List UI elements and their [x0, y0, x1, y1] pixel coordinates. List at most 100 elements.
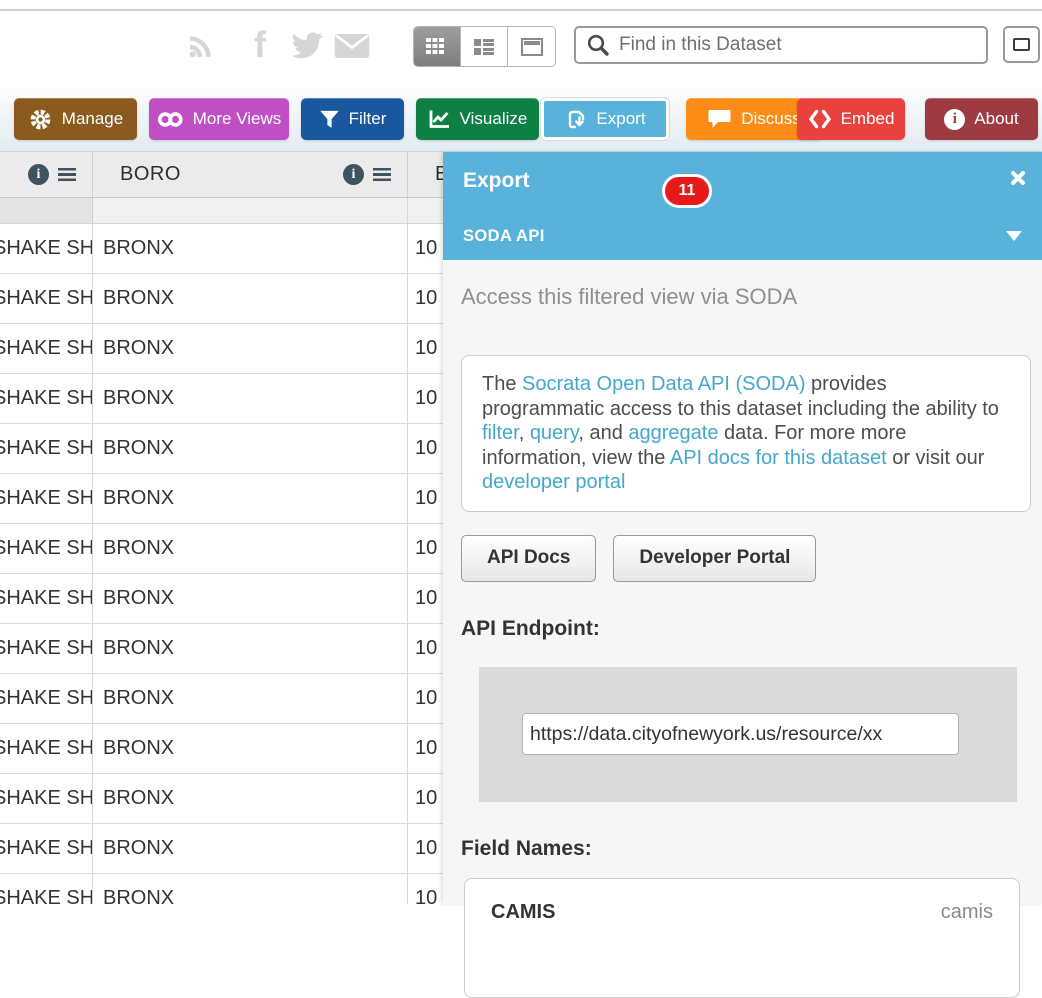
field-names-box: CAMIS camis: [464, 878, 1020, 998]
cell-boro: BRONX: [93, 674, 408, 723]
panel-title: Export: [463, 169, 1022, 193]
column-header-dba[interactable]: i: [0, 152, 93, 197]
fullscreen-button[interactable]: [1003, 26, 1040, 63]
api-endpoint-label: API Endpoint:: [461, 617, 1030, 641]
inline-link[interactable]: filter: [482, 422, 519, 444]
table-row[interactable]: SHAKE SHBRONX10: [0, 424, 470, 474]
about-label: About: [974, 109, 1018, 129]
api-button-row: API Docs Developer Portal: [461, 535, 1030, 582]
paragraph-text: ,: [519, 422, 530, 444]
facebook-icon[interactable]: f: [254, 24, 266, 66]
line-chart-icon: [428, 109, 451, 130]
inline-link[interactable]: developer portal: [482, 471, 625, 493]
soda-paragraph: The Socrata Open Data API (SODA) provide…: [461, 355, 1031, 512]
table-row[interactable]: SHAKE SHBRONX10: [0, 524, 470, 574]
cell-boro: BRONX: [93, 524, 408, 573]
twitter-icon[interactable]: [290, 32, 324, 60]
paragraph-text: The: [482, 373, 522, 395]
visualize-button[interactable]: Visualize: [416, 98, 539, 140]
cell-dba: SHAKE SH: [0, 274, 93, 323]
view-toggle-group: [413, 26, 556, 67]
close-icon[interactable]: [1008, 169, 1026, 187]
cell-dba: SHAKE SH: [0, 324, 93, 373]
column-header-boro[interactable]: BORO i: [93, 152, 408, 197]
more-views-icon: [157, 111, 184, 128]
api-docs-button[interactable]: API Docs: [461, 535, 596, 582]
table-row[interactable]: SHAKE SHBRONX10: [0, 374, 470, 424]
page-view-button[interactable]: [508, 27, 555, 66]
table-row[interactable]: SHAKE SHBRONX10: [0, 574, 470, 624]
rss-icon[interactable]: [183, 30, 217, 64]
cell-dba: SHAKE SH: [0, 774, 93, 823]
discuss-label: Discuss: [741, 109, 801, 129]
cell-dba: SHAKE SH: [0, 424, 93, 473]
visualize-label: Visualize: [460, 109, 528, 129]
table-row[interactable]: SHAKE SHBRONX10: [0, 674, 470, 724]
cell-dba: SHAKE SH: [0, 374, 93, 423]
cell-dba: SHAKE SH: [0, 674, 93, 723]
search-icon: [586, 33, 610, 57]
manage-button[interactable]: Manage: [14, 98, 137, 140]
info-icon: i: [944, 109, 965, 130]
column-title: BORO: [120, 163, 334, 186]
email-icon[interactable]: [334, 33, 370, 59]
table-row[interactable]: SHAKE SHBRONX10: [0, 624, 470, 674]
embed-label: Embed: [841, 109, 895, 129]
find-in-dataset-search: [574, 26, 988, 64]
more-views-button[interactable]: More Views: [149, 98, 289, 140]
inline-link[interactable]: Socrata Open Data API (SODA): [522, 373, 805, 395]
cell-boro: BRONX: [93, 224, 408, 273]
grid-view-icon: [425, 37, 449, 57]
api-endpoint-input[interactable]: [522, 713, 959, 755]
soda-api-section-bar[interactable]: SODA API: [443, 212, 1042, 260]
field-names-label: Field Names:: [461, 837, 1030, 861]
table-row[interactable]: SHAKE SHBRONX10: [0, 324, 470, 374]
rich-list-view-button[interactable]: [461, 27, 508, 66]
search-input[interactable]: [619, 34, 986, 56]
export-panel-header: Export SODA API: [443, 152, 1042, 260]
page-view-icon: [520, 37, 544, 57]
top-bar: f: [0, 0, 1042, 88]
table-row[interactable]: SHAKE SHBRONX10: [0, 224, 470, 274]
column-info-icon[interactable]: i: [28, 164, 49, 185]
soda-subtitle: Access this filtered view via SODA: [461, 284, 1030, 310]
table-row[interactable]: SHAKE SHBRONX10: [0, 274, 470, 324]
speech-bubble-icon: [707, 108, 732, 130]
export-button[interactable]: Export: [541, 98, 669, 140]
cell-boro: BRONX: [93, 424, 408, 473]
column-info-icon[interactable]: i: [343, 164, 364, 185]
developer-portal-button[interactable]: Developer Portal: [613, 535, 816, 582]
table-header-row: i BORO i B: [0, 152, 470, 198]
about-button[interactable]: i About: [925, 98, 1038, 140]
column-menu-icon[interactable]: [373, 168, 391, 181]
table-row[interactable]: SHAKE SHBRONX10: [0, 474, 470, 524]
discuss-count-badge: 11: [662, 174, 712, 208]
paragraph-text: or visit our: [887, 447, 985, 469]
inline-link[interactable]: API docs for this dataset: [670, 447, 887, 469]
cell-boro: BRONX: [93, 374, 408, 423]
inline-link[interactable]: aggregate: [628, 422, 718, 444]
cell-boro: BRONX: [93, 324, 408, 373]
manage-label: Manage: [62, 109, 123, 129]
gear-icon: [28, 107, 53, 132]
table-row[interactable]: SHAKE SHBRONX10: [0, 774, 470, 824]
fullscreen-icon: [1013, 38, 1030, 51]
grid-view-button[interactable]: [414, 27, 461, 66]
cell-dba: SHAKE SH: [0, 824, 93, 873]
cell-dba: SHAKE SH: [0, 874, 93, 904]
table-row[interactable]: SHAKE SHBRONX10: [0, 824, 470, 874]
filter-button[interactable]: Filter: [301, 98, 404, 140]
table-row[interactable]: SHAKE SHBRONX10: [0, 874, 470, 904]
inline-link[interactable]: query: [530, 422, 579, 444]
table-row[interactable]: SHAKE SHBRONX10: [0, 724, 470, 774]
cell-dba: SHAKE SH: [0, 724, 93, 773]
rich-list-view-icon: [472, 37, 496, 57]
chevron-down-icon: [1006, 231, 1022, 241]
cell-dba: SHAKE SH: [0, 474, 93, 523]
cell-dba: SHAKE SH: [0, 524, 93, 573]
cell-boro: BRONX: [93, 724, 408, 773]
table-body: SHAKE SHBRONX10SHAKE SHBRONX10SHAKE SHBR…: [0, 224, 470, 904]
column-menu-icon[interactable]: [58, 168, 76, 181]
embed-button[interactable]: Embed: [797, 98, 905, 140]
cell-boro: BRONX: [93, 574, 408, 623]
